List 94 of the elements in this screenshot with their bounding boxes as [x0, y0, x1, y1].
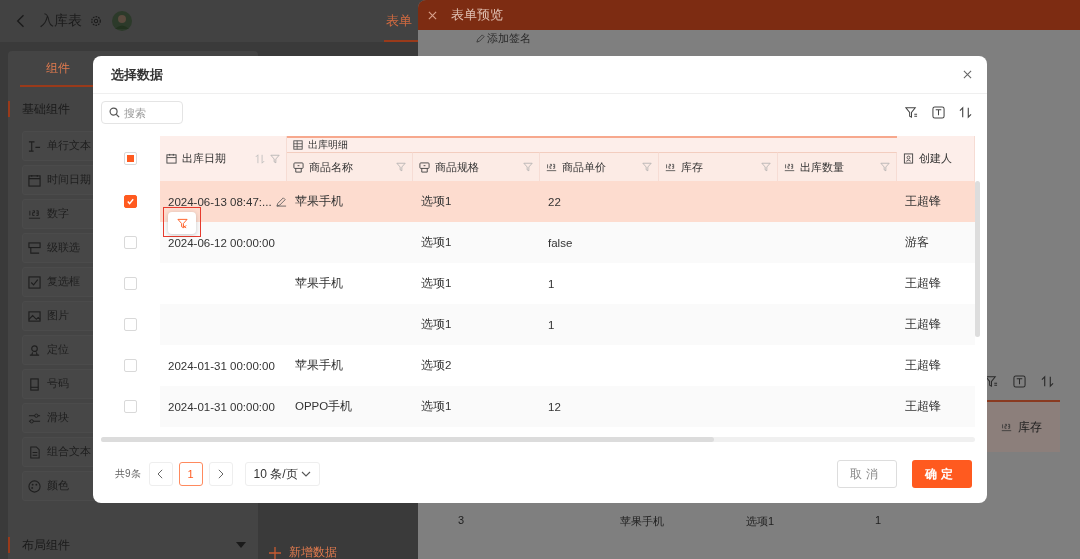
- caret-icon: [300, 471, 311, 477]
- column-header[interactable]: 出库数量: [800, 159, 844, 175]
- table-cell-text: 选项1: [746, 514, 776, 529]
- search-icon: [109, 107, 120, 118]
- calendar-icon: [28, 173, 41, 187]
- table-cell: 王超锋: [905, 358, 941, 373]
- search-field[interactable]: 搜索: [101, 101, 183, 124]
- number-icon: [665, 161, 676, 173]
- filter-icon[interactable]: [985, 375, 998, 388]
- column-header[interactable]: 商品单价: [562, 159, 606, 175]
- sort-icon[interactable]: [959, 106, 972, 119]
- scrollbar[interactable]: [975, 181, 980, 337]
- table-cell: false: [548, 236, 573, 249]
- list-icon: [28, 241, 41, 255]
- scrollbar[interactable]: [101, 437, 714, 442]
- table-cell: 王超锋: [905, 194, 941, 209]
- dialog-title: 选择数据: [111, 65, 163, 84]
- table-cell-text: 1: [875, 514, 883, 528]
- table-cell: 22: [548, 195, 561, 208]
- filter-icon: [176, 217, 188, 229]
- phone-icon: [28, 377, 41, 391]
- page-size-select[interactable]: 10 条/页: [244, 462, 320, 486]
- column-header[interactable]: 出库日期: [182, 151, 226, 166]
- calendar-icon: [166, 153, 177, 164]
- select-all-checkbox[interactable]: [124, 152, 137, 165]
- table-cell: 12: [548, 400, 561, 413]
- table-cell-text: 3: [458, 514, 466, 528]
- drawer-title: 表单预览: [451, 6, 503, 24]
- number-icon: [546, 161, 557, 173]
- slider-icon: [28, 411, 41, 425]
- filter-icon[interactable]: [905, 106, 918, 119]
- table-cell: 选项1: [421, 399, 452, 414]
- document-icon: [28, 445, 41, 459]
- pin-icon: [28, 343, 41, 357]
- caret-icon[interactable]: [236, 542, 246, 548]
- table-cell: 选项1: [421, 235, 452, 250]
- column-header[interactable]: 创建人: [919, 151, 952, 166]
- number-icon: [1001, 421, 1012, 433]
- sidebar-tab[interactable]: 组件: [45, 59, 70, 77]
- sort-icon[interactable]: [1041, 375, 1054, 388]
- select-icon: [293, 161, 304, 173]
- check-icon: [126, 197, 135, 206]
- plus-icon: [269, 546, 281, 559]
- chevron-left-icon: [157, 469, 165, 479]
- column-header[interactable]: 商品规格: [435, 159, 479, 175]
- person-icon: [903, 153, 914, 164]
- pencil-icon: [476, 33, 485, 43]
- table-cell: 选项1: [421, 194, 452, 209]
- number-icon: [28, 207, 41, 221]
- add-data-button[interactable]: 新增数据: [265, 544, 341, 559]
- row-checkbox[interactable]: [124, 195, 137, 208]
- chevron-right-icon: [217, 469, 225, 479]
- select-icon: [419, 161, 430, 173]
- text-icon: [28, 139, 41, 153]
- text-icon[interactable]: [932, 106, 945, 119]
- number-icon: [784, 161, 795, 173]
- avatar-icon[interactable]: [112, 11, 132, 31]
- table-cell: 选项1: [421, 317, 452, 332]
- table-cell: 苹果手机: [295, 276, 343, 291]
- table-cell: 选项2: [421, 358, 452, 373]
- previous-page-button[interactable]: [148, 462, 173, 486]
- next-page-button[interactable]: [208, 462, 233, 486]
- page-button[interactable]: 1: [178, 462, 203, 486]
- table-cell: 2024-01-31 00:00:00: [168, 359, 275, 372]
- cancel-button[interactable]: 取消: [837, 460, 897, 488]
- table-cell: 王超锋: [905, 276, 941, 291]
- checkbox-icon: [28, 275, 41, 289]
- table-cell: 2024-06-13 08:47:...: [168, 195, 272, 208]
- table-cell: 王超锋: [905, 399, 941, 414]
- table-cell: 1: [548, 318, 555, 331]
- table-cell: 2024-01-31 00:00:00: [168, 400, 275, 413]
- column-header[interactable]: 库存: [681, 159, 703, 175]
- close-icon[interactable]: [963, 70, 972, 79]
- palette-icon: [28, 479, 41, 493]
- table-cell: 王超锋: [905, 317, 941, 332]
- table-cell-text: 苹果手机: [620, 514, 665, 529]
- confirm-button[interactable]: 确定: [912, 460, 972, 488]
- column-header: 库存: [1018, 418, 1042, 436]
- table-cell: OPPO手机: [295, 399, 353, 414]
- table-cell: 2024-06-12 00:00:00: [168, 236, 275, 249]
- column-header[interactable]: 商品名称: [309, 159, 353, 175]
- table-cell: 苹果手机: [295, 194, 343, 209]
- table-cell: 游客: [905, 235, 929, 250]
- table-cell: 1: [548, 277, 555, 290]
- column-group-header: 出库明细: [308, 138, 348, 152]
- close-icon[interactable]: [428, 10, 437, 20]
- image-icon: [28, 309, 41, 323]
- table-cell: 选项1: [421, 276, 452, 291]
- settings-icon[interactable]: [90, 15, 102, 27]
- table-cell: 苹果手机: [295, 358, 343, 373]
- pencil-icon[interactable]: [275, 196, 287, 207]
- add-signature-link[interactable]: 添加签名: [487, 30, 531, 46]
- table-icon: [293, 140, 303, 150]
- back-icon[interactable]: [16, 14, 26, 28]
